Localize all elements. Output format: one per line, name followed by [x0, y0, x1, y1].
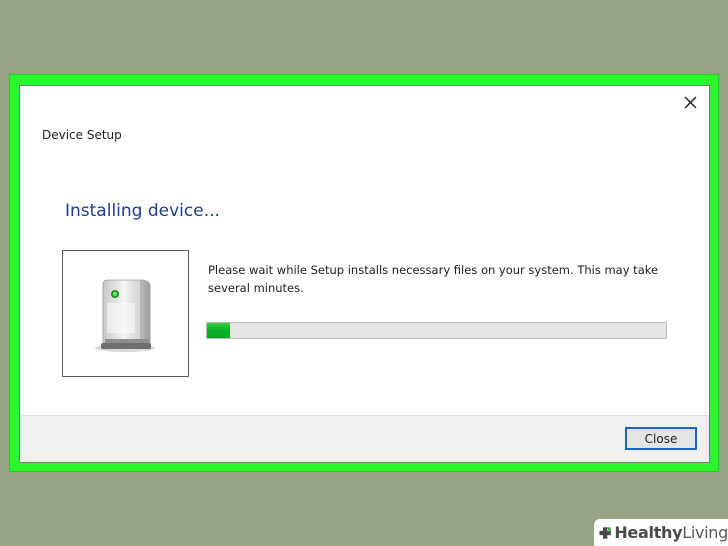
device-tower-icon — [95, 279, 155, 352]
progress-fill — [207, 323, 230, 338]
device-setup-dialog: Device Setup Installing device... Please… — [19, 85, 710, 463]
close-icon[interactable] — [680, 92, 700, 112]
watermark-text: HealthyLiving — [614, 523, 728, 542]
watermark-word-light: Living — [682, 523, 728, 542]
status-message: Please wait while Setup installs necessa… — [208, 263, 659, 295]
dialog-title: Device Setup — [42, 128, 122, 142]
page-title: Installing device... — [65, 201, 220, 221]
install-progress-bar — [206, 322, 667, 339]
plus-leaf-icon — [599, 526, 611, 539]
watermark-word-bold: Healthy — [614, 523, 683, 542]
close-button[interactable]: Close — [625, 427, 697, 450]
dialog-footer: Close — [20, 415, 709, 462]
device-image-frame — [62, 250, 189, 377]
watermark: HealthyLiving — [594, 519, 728, 546]
